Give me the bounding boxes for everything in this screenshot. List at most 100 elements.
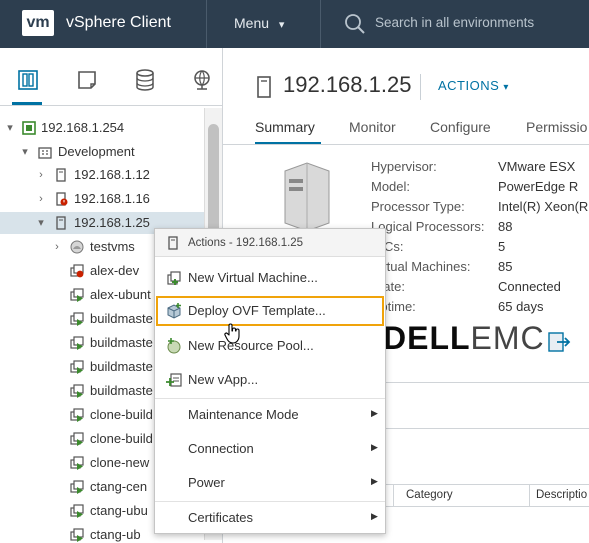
menu-divider <box>155 501 385 502</box>
hand-cursor-icon <box>224 323 240 344</box>
vm-on-icon <box>70 456 84 470</box>
summary-key: Processor Type: <box>371 199 465 214</box>
tree-item-label: alex-dev <box>90 263 140 278</box>
column-header-description[interactable]: Descriptio <box>536 489 587 501</box>
tree-item-label: 192.168.1.12 <box>74 167 150 182</box>
search-icon <box>345 14 365 34</box>
context-menu: Actions - 192.168.1.25 New Virtual Machi… <box>154 228 386 534</box>
actions-menu-button[interactable]: ACTIONS ▾ <box>438 78 509 93</box>
vm-on-icon <box>70 336 84 350</box>
menu-item-label: Power <box>188 475 225 490</box>
menu-item-new-resource-pool[interactable]: New Resource Pool... <box>155 331 385 361</box>
menu-item-deploy-ovf-template[interactable]: Deploy OVF Template... <box>156 296 384 326</box>
tree-item-vm[interactable]: alex-dev <box>0 260 154 282</box>
tree-item-vm[interactable]: clone-build <box>0 404 154 426</box>
tree-item-host[interactable]: › 192.168.1.16 <box>0 188 204 210</box>
tree-item-label: Development <box>58 144 135 159</box>
menu-label: Menu <box>234 15 270 31</box>
tree-item-vm[interactable]: buildmaste <box>0 380 154 402</box>
hosts-and-clusters-icon[interactable] <box>12 68 42 105</box>
tree-item-vcenter[interactable]: ▾ 192.168.1.254 <box>0 117 204 139</box>
networking-icon[interactable] <box>190 68 214 92</box>
tree-item-label: ctang-cen <box>90 479 148 494</box>
menu-item-new-virtual-machine[interactable]: New Virtual Machine... <box>155 263 385 293</box>
tree-item-host[interactable]: › 192.168.1.12 <box>0 164 204 186</box>
page-title: 192.168.1.25 <box>283 72 412 97</box>
tabs-divider <box>223 144 589 145</box>
submenu-arrow-icon: ▶ <box>371 408 378 418</box>
menu-item-label: Connection <box>188 441 254 456</box>
tab-configure[interactable]: Configure <box>430 119 491 135</box>
tree-item-vm[interactable]: ctang-ubu <box>0 500 154 522</box>
menu-item-maintenance-mode[interactable]: Maintenance Mode ▶ <box>155 400 385 430</box>
tree-item-label: buildmaste <box>90 359 153 374</box>
vmware-logo[interactable]: vm <box>22 10 54 36</box>
tab-permissions[interactable]: Permissio <box>526 119 587 135</box>
submenu-arrow-icon: ▶ <box>371 511 378 521</box>
menu-item-power[interactable]: Power ▶ <box>155 468 385 498</box>
tree-item-vm[interactable]: buildmaste <box>0 332 154 354</box>
summary-value: VMware ESX <box>498 159 576 174</box>
tree-item-label: alex-ubunt <box>90 287 151 302</box>
menu-item-label: New Resource Pool... <box>188 338 314 353</box>
vms-and-templates-icon[interactable] <box>75 68 99 92</box>
tree-item-label: testvms <box>90 239 135 254</box>
column-header-category[interactable]: Category <box>406 489 453 501</box>
expand-toggle-icon[interactable]: ▾ <box>35 212 47 234</box>
new-vm-icon <box>167 271 181 285</box>
summary-value: 85 <box>498 259 513 274</box>
tree-item-vm[interactable]: buildmaste <box>0 308 154 330</box>
tree-item-vm[interactable]: ctang-ub <box>0 524 154 543</box>
expand-toggle-icon[interactable]: › <box>51 236 63 258</box>
datacenter-icon <box>38 147 52 159</box>
export-icon[interactable] <box>547 330 571 354</box>
vm-on-icon <box>70 384 84 398</box>
summary-value: Connected <box>498 279 561 294</box>
deploy-ovf-icon <box>167 303 181 319</box>
tree-item-label: ctang-ubu <box>90 503 148 518</box>
title-divider <box>420 74 421 100</box>
vm-on-icon <box>70 408 84 422</box>
summary-key: Model: <box>371 179 411 194</box>
tree-item-vm[interactable]: clone-new <box>0 452 154 474</box>
menu-item-new-vapp[interactable]: New vApp... <box>155 365 385 395</box>
expand-toggle-icon[interactable]: › <box>35 164 47 186</box>
app-title[interactable]: vSphere Client <box>66 14 171 32</box>
host-alert-icon <box>56 192 68 206</box>
global-search[interactable]: Search in all environments <box>344 12 584 36</box>
vm-on-icon <box>70 504 84 518</box>
expand-toggle-icon[interactable]: › <box>35 188 47 210</box>
tree-item-datacenter[interactable]: ▾ Development <box>0 141 204 163</box>
tree-item-vm[interactable]: alex-ubunt <box>0 284 154 306</box>
tree-item-label: buildmaste <box>90 311 153 326</box>
tree-item-label: 192.168.1.16 <box>74 191 150 206</box>
scrollbar-thumb[interactable] <box>208 124 219 244</box>
storage-icon[interactable] <box>133 68 157 92</box>
tree-item-vm[interactable]: buildmaste <box>0 356 154 378</box>
context-menu-title: Actions - 192.168.1.25 <box>188 237 304 249</box>
menu-item-label: Maintenance Mode <box>188 407 299 422</box>
search-input[interactable]: Search in all environments <box>375 15 534 30</box>
chevron-down-icon: ▾ <box>503 82 509 93</box>
tab-summary[interactable]: Summary <box>255 119 315 135</box>
tree-item-resource-pool[interactable]: › testvms <box>0 236 154 258</box>
host-icon <box>168 236 178 250</box>
resource-pool-icon <box>70 240 84 254</box>
tree-item-vm[interactable]: clone-build <box>0 428 154 450</box>
vm-on-icon <box>70 360 84 374</box>
menu-button[interactable]: Menu ▾ <box>234 15 284 31</box>
server-image <box>284 162 330 231</box>
menu-item-certificates[interactable]: Certificates ▶ <box>155 503 385 533</box>
summary-value: Intel(R) Xeon(R <box>498 199 589 214</box>
tree-item-label: 192.168.1.25 <box>74 215 150 230</box>
menu-item-connection[interactable]: Connection ▶ <box>155 434 385 464</box>
summary-value: PowerEdge R <box>498 179 579 194</box>
host-icon <box>56 216 66 230</box>
tab-monitor[interactable]: Monitor <box>349 119 396 135</box>
emc-logo-text: EMC <box>470 320 545 356</box>
expand-toggle-icon[interactable]: ▾ <box>4 117 16 139</box>
summary-value: 5 <box>498 239 506 254</box>
menu-item-label: Certificates <box>188 510 254 525</box>
expand-toggle-icon[interactable]: ▾ <box>19 141 31 163</box>
tree-item-vm[interactable]: ctang-cen <box>0 476 154 498</box>
